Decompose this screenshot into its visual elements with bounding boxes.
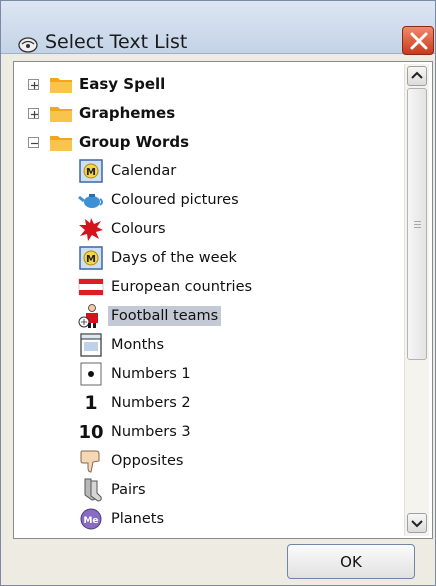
grip-line bbox=[414, 227, 421, 228]
grip-line bbox=[414, 224, 421, 225]
football-player-icon bbox=[78, 304, 98, 328]
paint-splat-icon bbox=[79, 218, 103, 241]
tree-item-days-of-the-week[interactable]: M Days of the week bbox=[78, 244, 240, 272]
item-label: Opposites bbox=[111, 453, 184, 469]
svg-text:Me: Me bbox=[83, 516, 98, 526]
item-label: Football teams bbox=[108, 306, 222, 326]
tree-folder-graphemes[interactable]: Graphemes bbox=[28, 99, 175, 127]
planet-icon: Me bbox=[80, 508, 102, 530]
teapot-icon bbox=[78, 194, 103, 208]
tree-item-numbers-3[interactable]: 10 Numbers 3 bbox=[78, 418, 194, 446]
scroll-thumb[interactable] bbox=[407, 88, 427, 360]
chevron-up-icon bbox=[411, 71, 423, 79]
item-label: Months bbox=[111, 337, 165, 353]
grip-line bbox=[414, 221, 421, 222]
item-label: Days of the week bbox=[111, 250, 237, 266]
item-label: Colours bbox=[111, 221, 166, 237]
tree-item-calendar[interactable]: M Calendar bbox=[78, 157, 179, 185]
scroll-down-button[interactable] bbox=[407, 513, 427, 533]
tree-item-planets[interactable]: Me Planets bbox=[78, 505, 167, 533]
calendar-icon: M bbox=[79, 159, 103, 183]
item-label: Numbers 3 bbox=[111, 424, 191, 440]
item-label: Coloured pictures bbox=[111, 192, 239, 208]
dialog-title: Select Text List bbox=[45, 31, 188, 53]
folder-icon bbox=[50, 107, 72, 122]
close-button[interactable] bbox=[402, 26, 434, 55]
select-text-list-dialog: Select Text List Easy Spell Graphemes Gr… bbox=[0, 0, 436, 586]
number-ten-icon: 10 bbox=[78, 421, 104, 443]
tree-item-numbers-2[interactable]: 1 Numbers 2 bbox=[78, 389, 194, 417]
chevron-down-icon bbox=[411, 520, 423, 528]
collapse-icon[interactable] bbox=[28, 136, 39, 148]
flag-icon bbox=[78, 278, 104, 296]
month-calendar-icon bbox=[80, 333, 102, 357]
scroll-up-button[interactable] bbox=[407, 66, 427, 86]
thumbs-down-icon bbox=[80, 450, 100, 473]
tree-item-opposites[interactable]: Opposites bbox=[78, 447, 186, 475]
tree-item-months[interactable]: Months bbox=[78, 331, 167, 359]
item-label: Numbers 1 bbox=[111, 366, 191, 382]
folder-icon bbox=[50, 78, 72, 93]
folder-label: Easy Spell bbox=[79, 75, 166, 93]
item-label: European countries bbox=[111, 279, 253, 295]
tree-item-colours[interactable]: Colours bbox=[78, 215, 169, 243]
item-label: Pairs bbox=[111, 482, 146, 498]
app-icon bbox=[18, 37, 38, 53]
vertical-scrollbar[interactable] bbox=[404, 64, 429, 536]
tree-folder-easy-spell[interactable]: Easy Spell bbox=[28, 70, 165, 98]
svg-text:M: M bbox=[86, 167, 96, 178]
title-bar: Select Text List bbox=[1, 1, 435, 55]
tree-item-football-teams[interactable]: Football teams bbox=[78, 302, 222, 330]
item-label: Numbers 2 bbox=[111, 395, 191, 411]
tree-item-numbers-1[interactable]: Numbers 1 bbox=[78, 360, 194, 388]
expand-icon[interactable] bbox=[28, 107, 39, 119]
dot-card-icon bbox=[80, 362, 102, 386]
folder-label: Graphemes bbox=[79, 104, 176, 122]
tree-folder-group-words[interactable]: Group Words bbox=[28, 128, 189, 156]
calendar-icon: M bbox=[79, 246, 103, 270]
socks-icon bbox=[84, 478, 102, 502]
close-icon bbox=[410, 32, 428, 50]
number-one-icon: 1 bbox=[84, 392, 98, 414]
tree-item-european-countries[interactable]: European countries bbox=[78, 273, 255, 301]
expand-icon[interactable] bbox=[28, 78, 39, 90]
tree-item-pairs[interactable]: Pairs bbox=[78, 476, 149, 504]
svg-text:M: M bbox=[86, 254, 96, 265]
folder-label: Group Words bbox=[79, 133, 190, 151]
item-label: Planets bbox=[111, 511, 165, 527]
folder-icon bbox=[50, 136, 72, 151]
ok-button[interactable]: OK bbox=[287, 544, 415, 579]
item-label: Calendar bbox=[111, 163, 177, 179]
tree-item-coloured-pictures[interactable]: Coloured pictures bbox=[78, 186, 242, 214]
text-list-tree[interactable]: Easy Spell Graphemes Group Words M Calen… bbox=[13, 61, 433, 539]
